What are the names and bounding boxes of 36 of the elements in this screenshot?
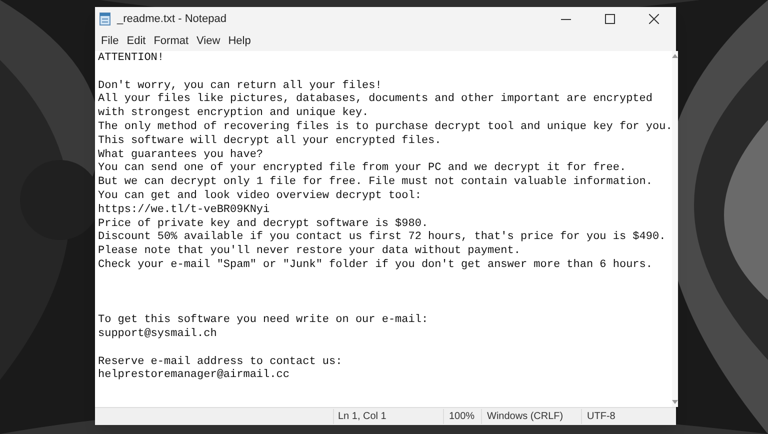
text-line: with strongest encryption and unique key. [98,107,369,120]
text-line: Reserve e-mail address to contact us: [98,356,342,368]
text-line: Price of private key and decrypt software is $980. [98,218,428,230]
text-line: What guarantees you have? [98,148,264,161]
text-line: You can send one of your encrypted file from your PC and we decrypt it for free. [98,162,626,174]
menu-item[interactable]: Format [150,32,193,50]
text-line: Check your e-mail "Spam" or "Junk" folder if you don't get answer more than 6 hours. [98,258,652,271]
text-line: helprestoremanager@airmail.cc [98,369,290,382]
text-line: ATTENTION! [98,52,164,64]
maximize-icon [605,14,615,24]
text-line: This software will decrypt all your encrypted files. [98,134,442,147]
scroll-down-icon [672,400,678,404]
notepad-icon [99,12,111,26]
line-ending: Windows (CRLF) [487,411,564,422]
text-line: Please note that you'll never restore your data without payment. [98,245,520,258]
text-line: Don't worry, you can return all your files! [98,80,382,92]
menu-item[interactable]: Help [224,32,255,50]
menu-item[interactable]: File [97,32,123,50]
text-line: support@sysmail.ch [98,328,217,340]
zoom-level: 100% [449,411,475,422]
text-line: But we can decrypt only 1 file for free. File must not contain valuable information. [98,176,652,188]
text-line: https://we.tl/t-veBR09KNyi [98,204,270,216]
scroll-up-icon [672,54,678,58]
menu-item[interactable]: Edit [122,32,150,50]
text-line: You can get and look video overview decrypt tool: [98,190,422,202]
minimize-icon [561,18,571,20]
scrollbar[interactable] [672,51,678,407]
close-icon [649,14,659,24]
text-line: All your files like pictures, databases, documents and other important are encrypted [98,93,652,106]
text-line: Discount 50% available if you contact us first 72 hours, that's price for you is $490. [98,231,666,244]
window-title: _readme.txt - Notepad [117,12,226,27]
cursor-position: Ln 1, Col 1 [338,411,386,422]
text-line: To get this software you need write on our e-mail: [98,314,428,326]
text-line: The only method of recovering files is to purchase decrypt tool and unique key for you. [98,120,672,133]
menu-item[interactable]: View [192,32,224,50]
encoding: UTF-8 [587,411,616,422]
